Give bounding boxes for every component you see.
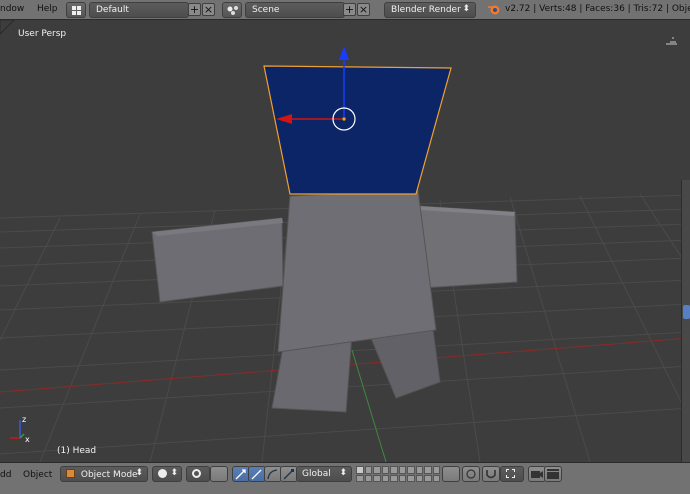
mode-label: Object Mode [80,470,138,480]
translate-arrow-icon [251,469,262,480]
snap-element-select[interactable] [500,466,524,482]
3d-view-header: dd Object Object Mode ⬍ ⬍ Global ⬍ [0,462,690,494]
lock-camera-button[interactable] [442,466,460,482]
snap-grid-icon [506,469,515,478]
view-label: User Persp [18,29,67,39]
chevron-updown-icon: ⬍ [462,4,470,14]
mode-select[interactable]: Object Mode ⬍ [60,466,148,482]
add-screen-button[interactable]: + [188,3,201,16]
clapper-icon [547,469,559,479]
screen-layout-icon[interactable] [66,2,86,18]
info-header: ndow Help Default + × Scene + × Blender … [0,0,690,20]
menu-add[interactable]: dd [0,470,11,480]
blender-logo-icon [488,5,500,15]
orientation-label: Global [302,469,331,479]
chevron-updown-icon: ⬍ [135,468,143,478]
menu-object[interactable]: Object [23,470,52,480]
camera-icon [531,471,543,478]
3d-viewport[interactable]: User Persp z x (1) Head [0,20,690,462]
limit-selection-button[interactable] [210,466,228,482]
properties-tab[interactable] [683,305,690,319]
torso[interactable] [277,189,437,353]
render-engine-select[interactable]: Blender Render ⬍ [384,2,476,18]
area-corner-tl-icon[interactable] [0,20,15,35]
shading-sphere-icon [158,469,167,478]
proportional-circle-icon [466,469,476,479]
opengl-anim-button[interactable] [544,466,562,482]
rotate-arc-icon [267,469,278,480]
chevron-updown-icon: ⬍ [339,468,347,478]
axis-x-label: x [25,435,30,444]
active-object-label: (1) Head [57,446,97,456]
object-origin [341,116,347,122]
transform-orientation-select[interactable]: Global ⬍ [296,466,352,482]
screen-layout-field[interactable]: Default [89,2,189,18]
axis-z-label: z [22,415,27,424]
magnet-icon [486,470,496,479]
proportional-edit-button[interactable] [462,466,480,482]
y-axis-line [351,349,387,462]
scene-statistics: v2.72 | Verts:48 | Faces:36 | Tris:72 | … [505,4,690,14]
properties-edge[interactable] [681,180,690,462]
cube-icon [66,469,75,478]
right-arm[interactable] [417,205,518,289]
add-scene-button[interactable]: + [343,3,356,16]
viewport-shading-select[interactable]: ⬍ [152,466,182,482]
area-split-icon[interactable] [666,37,677,45]
viewport-canvas[interactable] [0,20,690,462]
scene-field[interactable]: Scene [245,2,345,18]
layer-buttons[interactable] [356,466,440,482]
chevron-updown-icon: ⬍ [170,468,178,478]
pivot-icon [192,469,201,478]
remove-screen-button[interactable]: × [202,3,215,16]
snap-toggle-button[interactable] [482,466,500,482]
remove-scene-button[interactable]: × [357,3,370,16]
scale-icon [283,469,294,480]
menu-window[interactable]: ndow [0,4,24,14]
scene-icon[interactable] [222,2,242,18]
manipulator-icon [235,469,246,480]
render-engine-label: Blender Render [391,5,461,15]
head-selected-mesh[interactable] [263,65,452,195]
z-arrow-icon [339,46,349,60]
menu-help[interactable]: Help [37,4,58,14]
pivot-point-select[interactable] [186,466,210,482]
